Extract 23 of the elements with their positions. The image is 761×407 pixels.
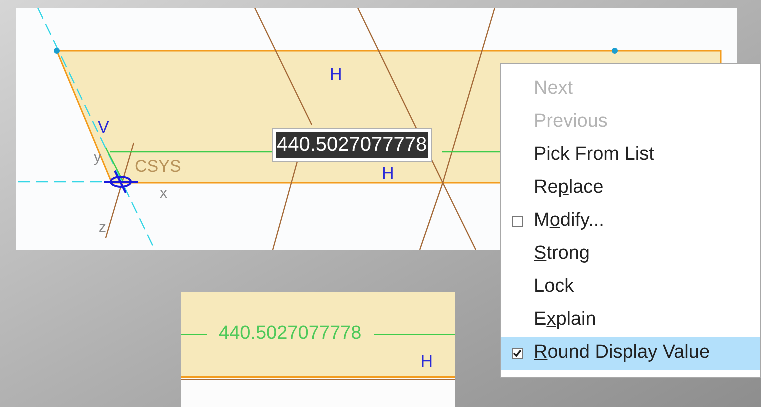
- vertex-point: [612, 48, 618, 54]
- constraint-label: H: [382, 164, 394, 183]
- axis-label: x: [160, 185, 168, 202]
- dimension-value: 440.5027077778: [218, 322, 363, 346]
- menu-item[interactable]: Lock: [501, 271, 760, 304]
- axis-label: z: [99, 219, 106, 236]
- checkbox[interactable]: [512, 348, 523, 359]
- csys-label: CSYS: [135, 157, 182, 176]
- menu-item[interactable]: Strong: [501, 238, 760, 271]
- menu-item[interactable]: Replace: [501, 172, 760, 205]
- checkbox[interactable]: [512, 216, 523, 227]
- constraint-label: H: [330, 65, 342, 84]
- dimension-input[interactable]: 440.5027077778: [272, 128, 432, 162]
- menu-item[interactable]: Modify...: [501, 205, 760, 238]
- menu-item[interactable]: Explain: [501, 304, 760, 337]
- menu-item[interactable]: Round Display Value: [501, 337, 760, 370]
- constraint-label: V: [98, 118, 110, 137]
- vertex-point: [54, 48, 60, 54]
- csys-icon: [104, 170, 138, 194]
- sketch-edge: [105, 148, 125, 184]
- axis-label: y: [94, 149, 102, 166]
- menu-item[interactable]: Pick From List: [501, 139, 760, 172]
- constraint-label: H: [420, 350, 433, 372]
